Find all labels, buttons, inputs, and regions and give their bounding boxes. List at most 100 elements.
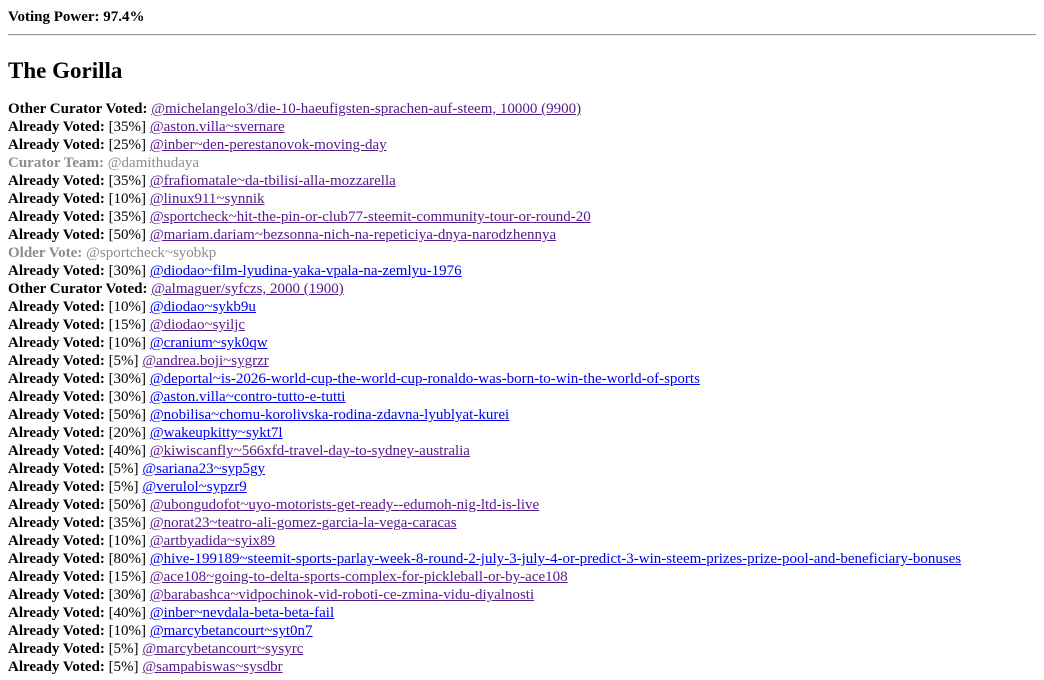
- vote-target-link[interactable]: @sampabiswas~sysdbr: [142, 659, 282, 675]
- vote-target-link[interactable]: @frafiomatale~da-tbilisi-alla-mozzarella: [150, 173, 396, 189]
- vote-row: Already Voted: [40%] @kiwiscanfly~566xfd…: [8, 442, 1036, 460]
- vote-percent: [30%]: [108, 587, 147, 603]
- vote-row: Already Voted: [10%] @linux911~synnik: [8, 190, 1036, 208]
- vote-row-label: Already Voted:: [8, 497, 105, 513]
- page: Voting Power: 97.4% The Gorilla Other Cu…: [0, 0, 1044, 676]
- vote-row-label: Already Voted:: [8, 191, 105, 207]
- vote-row: Already Voted: [30%] @aston.villa~contro…: [8, 388, 1036, 406]
- vote-percent: [30%]: [108, 389, 147, 405]
- voting-power: Voting Power: 97.4%: [8, 8, 1036, 26]
- vote-target-link[interactable]: @artbyadida~syix89: [150, 533, 275, 549]
- vote-target-link[interactable]: @deportal~is-2026-world-cup-the-world-cu…: [150, 371, 700, 387]
- vote-row: Already Voted: [10%] @artbyadida~syix89: [8, 532, 1036, 550]
- vote-percent: [35%]: [108, 209, 147, 225]
- vote-row-label: Already Voted:: [8, 443, 105, 459]
- vote-row: Already Voted: [30%] @diodao~film-lyudin…: [8, 262, 1036, 280]
- vote-percent: [30%]: [108, 263, 147, 279]
- vote-target-link[interactable]: @almaguer/syfczs, 2000 (1900): [151, 281, 344, 297]
- vote-row-label: Already Voted:: [8, 425, 105, 441]
- vote-target-link[interactable]: @michelangelo3/die-10-haeufigsten-sprach…: [151, 101, 581, 117]
- vote-percent: [40%]: [108, 605, 147, 621]
- vote-percent: [5%]: [108, 353, 139, 369]
- vote-row: Already Voted: [15%] @diodao~syiljc: [8, 316, 1036, 334]
- vote-percent: [5%]: [108, 641, 139, 657]
- page-title: The Gorilla: [8, 58, 123, 83]
- vote-row: Already Voted: [5%] @andrea.boji~sygrzr: [8, 352, 1036, 370]
- vote-target-link[interactable]: @cranium~syk0qw: [150, 335, 268, 351]
- vote-row: Already Voted: [35%] @aston.villa~sverna…: [8, 118, 1036, 136]
- vote-target-link[interactable]: @aston.villa~svernare: [150, 119, 285, 135]
- vote-row-label: Already Voted:: [8, 173, 105, 189]
- vote-row-label: Already Voted:: [8, 641, 105, 657]
- vote-target-link[interactable]: @norat23~teatro-ali-gomez-garcia-la-vega…: [150, 515, 457, 531]
- vote-list: Other Curator Voted: @michelangelo3/die-…: [8, 100, 1036, 676]
- vote-row-label: Already Voted:: [8, 533, 105, 549]
- vote-target-link[interactable]: @linux911~synnik: [150, 191, 265, 207]
- vote-target-link[interactable]: @marcybetancourt~syt0n7: [150, 623, 313, 639]
- vote-row: Already Voted: [15%] @ace108~going-to-de…: [8, 568, 1036, 586]
- vote-row: Already Voted: [40%] @inber~nevdala-beta…: [8, 604, 1036, 622]
- vote-target-link[interactable]: @inber~nevdala-beta-beta-fail: [150, 605, 334, 621]
- vote-target-link[interactable]: @mariam.dariam~bezsonna-nich-na-repetici…: [150, 227, 556, 243]
- vote-target-link[interactable]: @diodao~syiljc: [150, 317, 245, 333]
- vote-percent: [10%]: [108, 533, 147, 549]
- vote-target-link[interactable]: @nobilisa~chomu-korolivska-rodina-zdavna…: [150, 407, 509, 423]
- vote-row-label: Already Voted:: [8, 209, 105, 225]
- vote-row-label: Already Voted:: [8, 227, 105, 243]
- vote-row: Already Voted: [35%] @norat23~teatro-ali…: [8, 514, 1036, 532]
- vote-target-link[interactable]: @diodao~film-lyudina-yaka-vpala-na-zemly…: [150, 263, 462, 279]
- vote-target-link[interactable]: @aston.villa~contro-tutto-e-tutti: [150, 389, 346, 405]
- vote-row-label: Other Curator Voted:: [8, 281, 148, 297]
- vote-row-label: Older Vote:: [8, 245, 83, 261]
- vote-percent: [15%]: [108, 317, 147, 333]
- vote-target-link[interactable]: @wakeupkitty~sykt7l: [150, 425, 283, 441]
- vote-percent: [30%]: [108, 371, 147, 387]
- vote-target-link[interactable]: @ubongudofot~uyo-motorists-get-ready--ed…: [150, 497, 539, 513]
- vote-percent: [25%]: [108, 137, 147, 153]
- vote-percent: [10%]: [108, 299, 147, 315]
- vote-row: Already Voted: [5%] @sampabiswas~sysdbr: [8, 658, 1036, 676]
- vote-target-link[interactable]: @marcybetancourt~sysyrc: [142, 641, 303, 657]
- vote-row-label: Already Voted:: [8, 119, 105, 135]
- vote-row: Already Voted: [10%] @marcybetancourt~sy…: [8, 622, 1036, 640]
- vote-row-label: Other Curator Voted:: [8, 101, 148, 117]
- vote-row-label: Already Voted:: [8, 569, 105, 585]
- vote-row-label: Already Voted:: [8, 371, 105, 387]
- vote-row: Already Voted: [25%] @inber~den-perestan…: [8, 136, 1036, 154]
- vote-row-label: Already Voted:: [8, 353, 105, 369]
- vote-percent: [10%]: [108, 191, 147, 207]
- vote-target-link[interactable]: @verulol~sypzr9: [142, 479, 246, 495]
- vote-target-link[interactable]: @sariana23~syp5gy: [142, 461, 265, 477]
- voting-power-label: Voting Power:: [8, 9, 100, 25]
- vote-target-text: @sportcheck~syobkp: [86, 245, 217, 261]
- vote-row: Already Voted: [10%] @diodao~sykb9u: [8, 298, 1036, 316]
- vote-target-link[interactable]: @inber~den-perestanovok-moving-day: [150, 137, 387, 153]
- vote-percent: [5%]: [108, 461, 139, 477]
- vote-target-link[interactable]: @hive-199189~steemit-sports-parlay-week-…: [150, 551, 961, 567]
- vote-row-label: Already Voted:: [8, 137, 105, 153]
- vote-row-label: Already Voted:: [8, 587, 105, 603]
- vote-row-label: Already Voted:: [8, 623, 105, 639]
- vote-row-label: Already Voted:: [8, 389, 105, 405]
- vote-row: Already Voted: [5%] @marcybetancourt~sys…: [8, 640, 1036, 658]
- voting-power-value: 97.4%: [103, 9, 145, 25]
- vote-row-label: Already Voted:: [8, 407, 105, 423]
- vote-target-text: @damithudaya: [107, 155, 200, 171]
- vote-target-link[interactable]: @kiwiscanfly~566xfd-travel-day-to-sydney…: [150, 443, 470, 459]
- vote-percent: [10%]: [108, 335, 147, 351]
- vote-percent: [50%]: [108, 407, 147, 423]
- vote-target-link[interactable]: @diodao~sykb9u: [150, 299, 256, 315]
- vote-target-link[interactable]: @barabashca~vidpochinok-vid-roboti-ce-zm…: [150, 587, 534, 603]
- vote-percent: [35%]: [108, 173, 147, 189]
- vote-row: Other Curator Voted: @almaguer/syfczs, 2…: [8, 280, 1036, 298]
- vote-percent: [35%]: [108, 515, 147, 531]
- vote-row: Already Voted: [30%] @barabashca~vidpoch…: [8, 586, 1036, 604]
- vote-target-link[interactable]: @andrea.boji~sygrzr: [142, 353, 268, 369]
- vote-row-label: Already Voted:: [8, 299, 105, 315]
- vote-target-link[interactable]: @sportcheck~hit-the-pin-or-club77-steemi…: [150, 209, 591, 225]
- vote-target-link[interactable]: @ace108~going-to-delta-sports-complex-fo…: [150, 569, 568, 585]
- vote-row-label: Already Voted:: [8, 263, 105, 279]
- vote-row: Already Voted: [5%] @verulol~sypzr9: [8, 478, 1036, 496]
- vote-percent: [50%]: [108, 227, 147, 243]
- vote-percent: [10%]: [108, 623, 147, 639]
